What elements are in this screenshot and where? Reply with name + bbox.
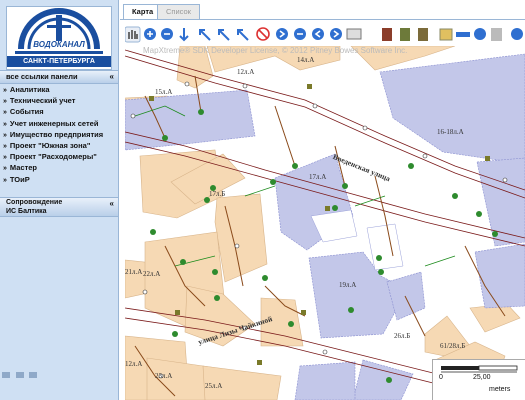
menu-item-south-zone[interactable]: Проект "Южная зона" [0,140,118,151]
map-label: 17л.Б [209,190,226,198]
scale-unit: meters [489,386,511,393]
map-label: 22л.А [143,270,161,278]
scale-bar: 0 25,00 meters [432,359,525,400]
menu-item-property[interactable]: Имущество предприятия [0,129,118,140]
map-label: 16-18л.А [437,128,464,136]
arrow-nw-icon[interactable] [199,29,211,41]
info-icon[interactable] [439,28,453,41]
zoom-out-icon[interactable] [161,28,173,40]
map-label: 21л.А [125,268,143,276]
tab-list[interactable]: Список [157,4,200,19]
map-label: 19л.А [339,281,357,289]
footer-dot-icon [2,372,10,378]
nav-menu: Аналитика Технический учет События Учет … [0,84,118,185]
clear-selection-icon[interactable] [256,27,270,41]
map-pane: Карта Список MapXtreme® SDK Developer Li… [120,0,525,400]
map-label: 12л.А [125,360,143,368]
map-label: 25л.А [205,382,223,390]
map-canvas[interactable]: MapXtreme® SDK Developer License, © 2012… [125,46,525,400]
map-label: 17л.А [309,173,327,181]
navigate-icon[interactable] [294,28,306,40]
export-icon[interactable] [491,28,502,41]
print-icon[interactable] [346,28,362,40]
scale-zero: 0 [439,374,443,381]
vodokanal-logo[interactable]: ВОДОКАНАЛ САНКТ-ПЕТЕРБУРГА [6,6,112,70]
footer-dot-icon [15,372,24,378]
support-chevron-icon[interactable]: « [110,200,114,208]
collapse-chevron-icon[interactable]: « [104,71,114,83]
support-line2: ИС Балтика [6,208,47,215]
map-label: 15л.А [155,88,173,96]
menu-item-events[interactable]: События [0,106,118,117]
arrow-down-icon[interactable] [179,28,189,42]
map-label: 12л.А [237,68,255,76]
logo-title: ВОДОКАНАЛ [33,40,85,49]
layers-icon[interactable] [400,28,410,41]
menu-item-flowmeters[interactable]: Проект "Расходомеры" [0,151,118,162]
panel-header-label: все ссылки панели [6,72,78,81]
layers-icon[interactable] [382,28,392,41]
scale-mid: 25,00 [473,374,491,381]
map-label: 23л.А [155,372,173,380]
ruler-icon[interactable] [456,32,470,37]
globe-icon[interactable] [474,28,486,40]
hand-pan-icon[interactable] [124,26,141,43]
arrow-nw-icon[interactable] [218,29,230,41]
panel-footer-icons [2,370,112,384]
map-toolbar [124,26,525,46]
menu-item-analytics[interactable]: Аналитика [0,84,118,95]
menu-item-toir[interactable]: ТОиР [0,174,118,185]
navigate-icon[interactable] [276,28,288,40]
support-panel-header[interactable]: Сопровождение ИС Балтика « [0,197,118,217]
support-line1: Сопровождение [6,199,63,206]
panel-header[interactable]: все ссылки панели « [0,70,118,84]
zoom-in-icon[interactable] [144,28,156,40]
map-label: 14л.А [297,56,315,64]
footer-dot-icon [29,372,38,378]
arrow-nw-icon[interactable] [237,29,249,41]
menu-item-master[interactable]: Мастер [0,162,118,173]
layers-icon[interactable] [418,28,428,41]
help-icon[interactable] [511,28,523,40]
left-panel: ВОДОКАНАЛ САНКТ-ПЕТЕРБУРГА все ссылки па… [0,0,119,400]
logo-subtitle: САНКТ-ПЕТЕРБУРГА [7,56,111,67]
tab-strip: Карта Список [120,3,525,20]
forward-icon[interactable] [330,28,342,40]
map-label: 26л.Б [394,332,411,340]
back-icon[interactable] [312,28,324,40]
map-label: 61/28л.Б [440,342,466,350]
menu-item-technical-accounting[interactable]: Технический учет [0,95,118,106]
menu-item-networks[interactable]: Учет инженерных сетей [0,118,118,129]
map-watermark: MapXtreme® SDK Developer License, © 2012… [143,46,408,55]
